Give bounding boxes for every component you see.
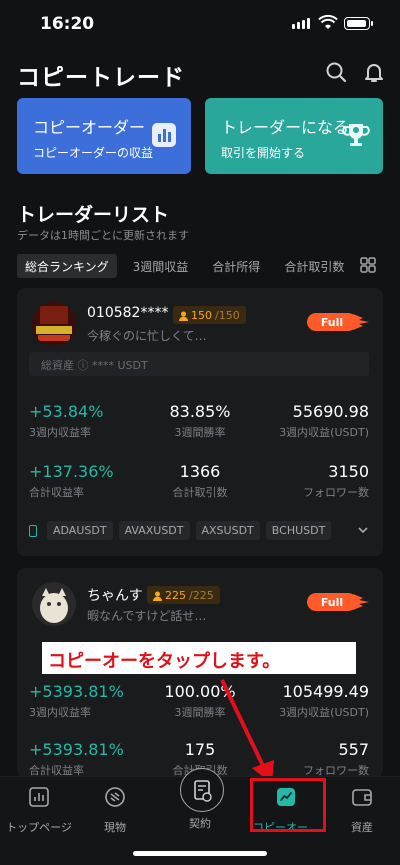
follower-count: 150 [191, 309, 212, 322]
person-icon [179, 311, 188, 321]
stat-3w-return: +5393.81% 3週内収益率 [29, 682, 124, 720]
full-badge: Full [307, 313, 369, 331]
stat-label: 3週内収益率 [29, 706, 91, 719]
nav-label: 資産 [351, 821, 373, 834]
spot-icon [105, 787, 125, 807]
tab-total-income[interactable]: 合計所得 [204, 254, 268, 278]
avatar [32, 582, 76, 626]
stat-total-return: +137.36% 合計収益率 [29, 462, 114, 500]
stat-3w-winrate: 83.85% 3週間勝率 [150, 402, 250, 440]
stat-value: 83.85% [169, 402, 231, 421]
nav-label: トップページ [6, 821, 72, 834]
tab-total-trades[interactable]: 合計取引数 [276, 254, 352, 278]
stat-value: +137.36% [29, 462, 114, 481]
stat-label: フォロワー数 [303, 486, 369, 499]
bell-icon[interactable] [362, 60, 386, 84]
follower-max: /150 [215, 309, 240, 322]
nav-item-spot[interactable]: 現物 [77, 785, 153, 835]
trader-list-title: トレーダーリスト [17, 204, 170, 226]
tab-overall-ranking[interactable]: 総合ランキング [17, 254, 117, 278]
stat-value: +5393.81% [29, 682, 124, 701]
copy-order-banner[interactable]: コピーオーダー コピーオーダーの収益 [17, 98, 191, 174]
full-badge-label: Full [321, 596, 343, 609]
follower-count-badge: 225/225 [147, 586, 220, 604]
status-time: 16:20 [40, 14, 95, 34]
become-trader-banner[interactable]: トレーダーになる 取引を開始する [205, 98, 383, 174]
stat-value: 1366 [179, 462, 221, 481]
pair-list-icon [29, 524, 37, 537]
status-bar: 16:20 [0, 0, 400, 50]
stat-label: 3週内収益率 [29, 426, 91, 439]
person-icon [153, 591, 162, 601]
full-badge-label: Full [321, 316, 343, 329]
stat-total-return: +5393.81% 合計収益率 [29, 740, 124, 778]
wallet-icon [352, 789, 372, 806]
instruction-callout: コピーオーをタップします。 [42, 642, 356, 674]
stat-label: 3週内収益(USDT) [279, 426, 369, 439]
stat-label: 3週間勝率 [174, 426, 226, 439]
highlight-box [250, 778, 326, 832]
battery-icon [344, 17, 373, 30]
wifi-icon [318, 15, 338, 29]
tab-3week-profit[interactable]: 3週間収益 [125, 254, 197, 278]
page-title: コピートレード [17, 65, 185, 91]
follower-count: 225 [165, 589, 186, 602]
trader-list-subtitle: データは1時間ごとに更新されます [17, 229, 189, 242]
contract-button[interactable] [180, 768, 224, 812]
stat-total-trades: 1366 合計取引数 [150, 462, 250, 500]
nav-item-assets[interactable]: 資産 [324, 785, 400, 835]
pair-tag: BCHUSDT [265, 521, 332, 540]
stat-3w-profit: 55690.98 3週内収益(USDT) [257, 402, 369, 440]
search-icon[interactable] [324, 60, 348, 84]
pair-tag: AXSUSDT [195, 521, 260, 540]
nav-item-home[interactable]: トップページ [1, 785, 77, 835]
trader-description: 今稼ぐのに忙しくて… [87, 329, 207, 343]
trophy-icon [342, 124, 370, 146]
stat-followers: 3150 フォロワー数 [257, 462, 369, 500]
grid-view-icon[interactable] [360, 257, 376, 273]
trader-description: 暇なんですけど話せ… [87, 609, 207, 623]
nav-label: 契約 [189, 817, 211, 830]
ranking-tabs: 総合ランキング 3週間収益 合計所得 合計取引数 [17, 254, 352, 278]
pair-tag: AVAXUSDT [118, 521, 190, 540]
trader-name: 010582**** [87, 305, 169, 321]
total-assets: 総資産 ⓘ **** USDT [29, 352, 369, 376]
pair-tag: ADAUSDT [47, 521, 113, 540]
trader-card[interactable]: 010582**** 150/150 今稼ぐのに忙しくて… Full 総資産 ⓘ… [17, 288, 383, 556]
nav-label: 現物 [104, 821, 126, 834]
follower-count-badge: 150/150 [173, 306, 246, 324]
stat-value: 55690.98 [292, 402, 369, 421]
trading-pairs: ADAUSDT AVAXUSDT AXSUSDT BCHUSDT [29, 521, 332, 540]
stat-value: 3150 [328, 462, 369, 481]
stat-label: 合計収益率 [29, 486, 84, 499]
stat-value: +53.84% [29, 402, 104, 421]
home-indicator [133, 851, 267, 856]
chart-icon [29, 787, 49, 807]
chevron-down-icon[interactable] [357, 524, 369, 536]
stat-label: 合計取引数 [172, 486, 228, 499]
contract-icon [194, 780, 212, 802]
avatar [32, 302, 76, 346]
stats-icon [152, 123, 176, 147]
stat-value: +5393.81% [29, 740, 124, 759]
trader-name: ちゃんす [87, 588, 143, 604]
follower-max: /225 [189, 589, 214, 602]
signal-icon [292, 18, 310, 29]
stat-3w-return: +53.84% 3週内収益率 [29, 402, 103, 440]
full-badge: Full [307, 593, 369, 611]
